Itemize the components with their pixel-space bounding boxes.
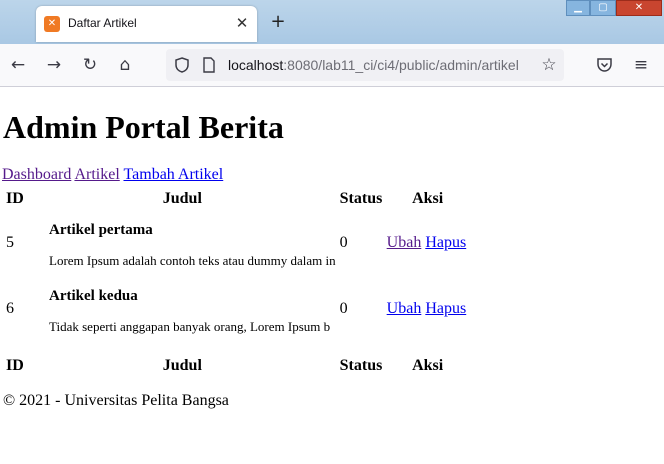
- close-window-icon[interactable]: ✕: [616, 0, 662, 16]
- row-status: 0: [339, 300, 348, 317]
- url-text[interactable]: localhost:8080/lab11_ci/ci4/public/admin…: [228, 56, 519, 74]
- new-tab-icon[interactable]: +: [268, 12, 288, 32]
- artikel-title: Artikel pertama: [49, 222, 153, 238]
- shield-icon[interactable]: [174, 57, 190, 73]
- footer-header-status: Status: [339, 357, 383, 374]
- nav-artikel-link[interactable]: Artikel: [74, 166, 119, 183]
- header-status: Status: [339, 190, 383, 207]
- home-icon[interactable]: ⌂: [114, 54, 136, 76]
- hapus-link[interactable]: Hapus: [425, 300, 466, 317]
- page-footer: © 2021 - Universitas Pelita Bangsa: [3, 392, 229, 409]
- ubah-link[interactable]: Ubah: [387, 234, 422, 251]
- row-aksi: Ubah Hapus: [386, 211, 470, 275]
- url-host: localhost: [228, 57, 284, 73]
- page-icon[interactable]: [202, 57, 216, 73]
- footer-header-id: ID: [6, 357, 24, 374]
- back-icon[interactable]: ←: [7, 54, 29, 76]
- row-judul: Artikel kedua Tidak seperti anggapan ban…: [28, 277, 337, 341]
- artikel-title: Artikel kedua: [49, 288, 138, 304]
- page-title: Admin Portal Berita: [3, 109, 284, 145]
- artikel-table: ID Judul Status Aksi 5 Artikel pertama L…: [3, 187, 472, 378]
- tab-close-icon[interactable]: ✕: [234, 14, 250, 32]
- minimize-window-icon[interactable]: ▁: [566, 0, 590, 16]
- header-aksi: Aksi: [412, 190, 444, 207]
- reload-icon[interactable]: ↻: [79, 54, 101, 76]
- artikel-excerpt: Tidak seperti anggapan banyak orang, Lor…: [49, 319, 331, 334]
- forward-icon[interactable]: →: [43, 54, 65, 76]
- footer-header-aksi: Aksi: [412, 357, 444, 374]
- admin-nav: Dashboard Artikel Tambah Artikel: [2, 165, 223, 185]
- tab-title: Daftar Artikel: [68, 16, 137, 30]
- menu-icon[interactable]: ≡: [630, 54, 652, 76]
- browser-tab[interactable]: ✕ Daftar Artikel ✕: [36, 6, 257, 42]
- browser-titlebar: ✕ Daftar Artikel ✕ + ▁ ▢ ✕: [0, 0, 664, 44]
- page-content: Admin Portal Berita Dashboard Artikel Ta…: [0, 87, 664, 464]
- row-status: 0: [339, 234, 348, 251]
- header-judul: Judul: [162, 190, 202, 207]
- table-row: 5 Artikel pertama Lorem Ipsum adalah con…: [5, 211, 470, 275]
- row-aksi: Ubah Hapus: [386, 277, 470, 341]
- artikel-excerpt: Lorem Ipsum adalah contoh teks atau dumm…: [49, 253, 336, 268]
- table-row: 6 Artikel kedua Tidak seperti anggapan b…: [5, 277, 470, 341]
- maximize-window-icon[interactable]: ▢: [590, 0, 616, 16]
- row-id: 5: [6, 234, 14, 251]
- table-footer-row: ID Judul Status Aksi: [5, 343, 470, 376]
- hapus-link[interactable]: Hapus: [425, 234, 466, 251]
- header-id: ID: [6, 190, 24, 207]
- address-bar[interactable]: localhost:8080/lab11_ci/ci4/public/admin…: [166, 49, 564, 81]
- footer-header-judul: Judul: [162, 357, 202, 374]
- star-icon[interactable]: ☆: [538, 54, 560, 76]
- table-header-row: ID Judul Status Aksi: [5, 189, 470, 209]
- url-path: :8080/lab11_ci/ci4/public/admin/artikel: [283, 57, 519, 73]
- pocket-icon[interactable]: [596, 57, 613, 73]
- ubah-link[interactable]: Ubah: [387, 300, 422, 317]
- nav-dashboard-link[interactable]: Dashboard: [2, 166, 71, 183]
- nav-tambah-artikel-link[interactable]: Tambah Artikel: [123, 166, 223, 183]
- row-judul: Artikel pertama Lorem Ipsum adalah conto…: [28, 211, 337, 275]
- xampp-favicon-icon: ✕: [44, 16, 60, 32]
- row-id: 6: [6, 300, 14, 317]
- browser-toolbar: ← → ↻ ⌂ localhost:8080/lab11_ci/ci4/publ…: [0, 44, 664, 87]
